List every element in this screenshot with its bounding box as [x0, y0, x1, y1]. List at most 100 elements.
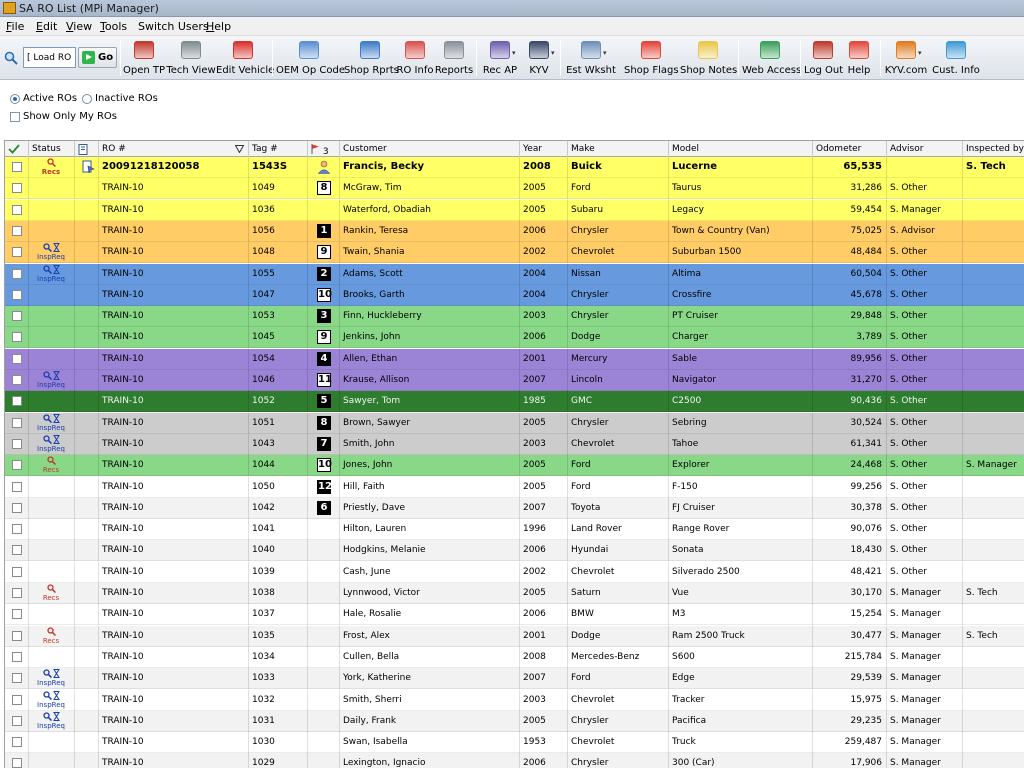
shop-flag-badge[interactable]: 3	[317, 309, 331, 324]
show-only-my-ros-checkbox[interactable]	[10, 112, 20, 122]
menu-view[interactable]: View	[66, 20, 92, 33]
shop-flag-badge[interactable]: 1	[317, 223, 331, 238]
menu-switch-users[interactable]: Switch Users	[138, 20, 209, 33]
header-model[interactable]: Model	[669, 141, 813, 157]
row-checkbox[interactable]	[12, 438, 22, 449]
row-checkbox[interactable]	[12, 502, 22, 513]
table-row[interactable]: InspReq 8 TRAIN-10 1051 Brown, Sawyer 2005 Chr…	[5, 412, 1024, 434]
shop-flag-badge[interactable]: 4	[317, 351, 331, 366]
table-row[interactable]: 10 TRAIN-10 1047 Brooks, Garth 2004 Chrysler C…	[5, 284, 1024, 306]
rec-ap-button[interactable]: Rec AP ▾	[480, 38, 520, 78]
table-row[interactable]: TRAIN-10 1034 Cullen, Bella 2008 Mercedes-Be…	[5, 646, 1024, 668]
shop-flag-badge[interactable]: 12	[317, 479, 332, 494]
shop-flag-badge[interactable]: 11	[317, 373, 332, 387]
shop-flag-badge[interactable]: 8	[317, 415, 331, 430]
table-row[interactable]: InspReq TRAIN-10 1033 York, Katherine 2007 Fo…	[5, 668, 1024, 690]
tech-view-button[interactable]: Tech View	[166, 38, 216, 78]
select-all-header[interactable]	[5, 141, 29, 157]
dropdown-arrow-icon[interactable]: ▾	[918, 49, 922, 57]
row-checkbox[interactable]	[12, 715, 22, 726]
header-status[interactable]: Status	[29, 141, 75, 157]
header-doc[interactable]	[75, 141, 99, 157]
row-checkbox[interactable]	[12, 289, 22, 300]
header-tag[interactable]: Tag #	[249, 141, 308, 157]
row-checkbox[interactable]	[12, 247, 22, 258]
row-checkbox[interactable]	[12, 375, 22, 385]
table-row[interactable]: Recs TRAIN-10 1038 Lynnwood, Victor 2005 Satu…	[5, 583, 1024, 604]
table-row[interactable]: 3 TRAIN-10 1053 Finn, Huckleberry 2003 Chrysl…	[5, 306, 1024, 328]
shop-reports-button[interactable]: Shop Rprts	[344, 38, 399, 78]
row-checkbox[interactable]	[12, 673, 22, 684]
menu-tools[interactable]: Tools	[100, 20, 127, 33]
cust-info-button[interactable]: Cust. Info	[932, 38, 980, 78]
table-row[interactable]: 12 TRAIN-10 1050 Hill, Faith 2005 Ford F-150 99…	[5, 476, 1024, 498]
table-row[interactable]: TRAIN-10 1030 Swan, Isabella 1953 Chevrolet T…	[5, 732, 1024, 754]
row-checkbox[interactable]	[12, 311, 22, 322]
log-out-button[interactable]: Log Out	[804, 38, 843, 78]
menu-file[interactable]: File	[6, 20, 24, 33]
edit-vehicle-button[interactable]: Edit Vehicle	[216, 38, 274, 78]
row-checkbox[interactable]	[12, 183, 22, 194]
table-row[interactable]: InspReq 9 TRAIN-10 1048 Twain, Shania 2002 Che…	[5, 242, 1024, 264]
shop-flags-button[interactable]: Shop Flags	[624, 38, 679, 78]
table-row[interactable]: 4 TRAIN-10 1054 Allen, Ethan 2001 Mercury Sabl…	[5, 348, 1024, 370]
table-row[interactable]: TRAIN-10 1041 Hilton, Lauren 1996 Land Rover…	[5, 519, 1024, 541]
active-ros-radio[interactable]	[10, 94, 20, 104]
row-checkbox[interactable]	[12, 737, 22, 748]
row-checkbox[interactable]	[12, 225, 22, 236]
ro-info-button[interactable]: RO Info	[396, 38, 434, 78]
row-checkbox[interactable]	[12, 204, 22, 215]
active-ros-label[interactable]: Active ROs	[23, 93, 77, 104]
table-row[interactable]: InspReq 2 TRAIN-10 1055 Adams, Scott 2004 Niss…	[5, 263, 1024, 285]
row-checkbox[interactable]	[12, 758, 22, 768]
shop-notes-button[interactable]: Shop Notes	[680, 38, 737, 78]
show-only-my-ros-label[interactable]: Show Only My ROs	[23, 111, 117, 122]
header-advisor[interactable]: Advisor	[887, 141, 963, 157]
row-checkbox[interactable]	[12, 481, 22, 492]
search-icon[interactable]	[4, 51, 18, 65]
oem-op-code-button[interactable]: OEM Op Code	[276, 38, 345, 78]
header-flag[interactable]: 3	[308, 141, 340, 157]
shop-flag-badge[interactable]: 9	[317, 330, 331, 345]
table-row[interactable]: 5 TRAIN-10 1052 Sawyer, Tom 1985 GMC C2500 90,4…	[5, 391, 1024, 413]
table-row[interactable]: Recs TRAIN-10 1035 Frost, Alex 2001 Dodge Ram …	[5, 625, 1024, 647]
table-row[interactable]: TRAIN-10 1029 Lexington, Ignacio 2006 Chrysl…	[5, 753, 1024, 768]
row-checkbox[interactable]	[12, 396, 22, 407]
row-checkbox[interactable]	[12, 545, 22, 556]
row-checkbox[interactable]	[12, 524, 22, 535]
load-ro-input[interactable]	[23, 47, 76, 68]
table-row[interactable]: TRAIN-10 1037 Hale, Rosalie 2006 BMW M3 15,254…	[5, 604, 1024, 626]
shop-flag-badge[interactable]: 8	[317, 181, 331, 196]
help-button[interactable]: Help	[844, 38, 874, 78]
shop-flag-badge[interactable]: 2	[317, 266, 331, 281]
shop-flag-badge[interactable]: 10	[317, 458, 332, 473]
kyv-button[interactable]: KYV ▾	[526, 38, 555, 78]
table-row[interactable]: Recs 20091218120058 1543S Francis, Becky 200…	[5, 157, 1024, 178]
table-row[interactable]: InspReq 11 TRAIN-10 1046 Krause, Allison 2007…	[5, 370, 1024, 391]
table-row[interactable]: TRAIN-10 1036 Waterford, Obadiah 2005 Subaru…	[5, 199, 1024, 221]
dropdown-arrow-icon[interactable]: ▾	[512, 49, 516, 57]
inactive-ros-label[interactable]: Inactive ROs	[95, 93, 158, 104]
table-row[interactable]: 1 TRAIN-10 1056 Rankin, Teresa 2006 Chrysler T…	[5, 220, 1024, 242]
row-checkbox[interactable]	[12, 332, 22, 343]
web-access-button[interactable]: Web Access	[742, 38, 801, 78]
header-inspected-by[interactable]: Inspected by	[963, 141, 1024, 157]
open-tp-button[interactable]: Open TP	[122, 38, 166, 78]
table-row[interactable]: 8 TRAIN-10 1049 McGraw, Tim 2005 Ford Taurus 31…	[5, 178, 1024, 200]
technician-document-icon[interactable]	[81, 160, 95, 174]
header-year[interactable]: Year	[520, 141, 568, 157]
shop-flag-badge[interactable]: 5	[317, 394, 331, 409]
filter-icon[interactable]	[235, 145, 244, 153]
header-odometer[interactable]: Odometer	[813, 141, 887, 157]
table-row[interactable]: InspReq TRAIN-10 1032 Smith, Sherri 2003 Chev…	[5, 689, 1024, 711]
row-checkbox[interactable]	[12, 268, 22, 279]
row-checkbox[interactable]	[12, 651, 22, 662]
row-checkbox[interactable]	[12, 588, 22, 598]
shop-flag-badge[interactable]: 9	[317, 245, 331, 260]
table-row[interactable]: InspReq 7 TRAIN-10 1043 Smith, John 2003 Chevr…	[5, 433, 1024, 455]
header-ro-number[interactable]: RO #	[99, 141, 249, 157]
row-checkbox[interactable]	[12, 460, 22, 471]
kyv-com-button[interactable]: KYV.com ▾	[884, 38, 928, 78]
row-checkbox[interactable]	[12, 353, 22, 364]
shop-flag-badge[interactable]: 10	[317, 287, 332, 302]
